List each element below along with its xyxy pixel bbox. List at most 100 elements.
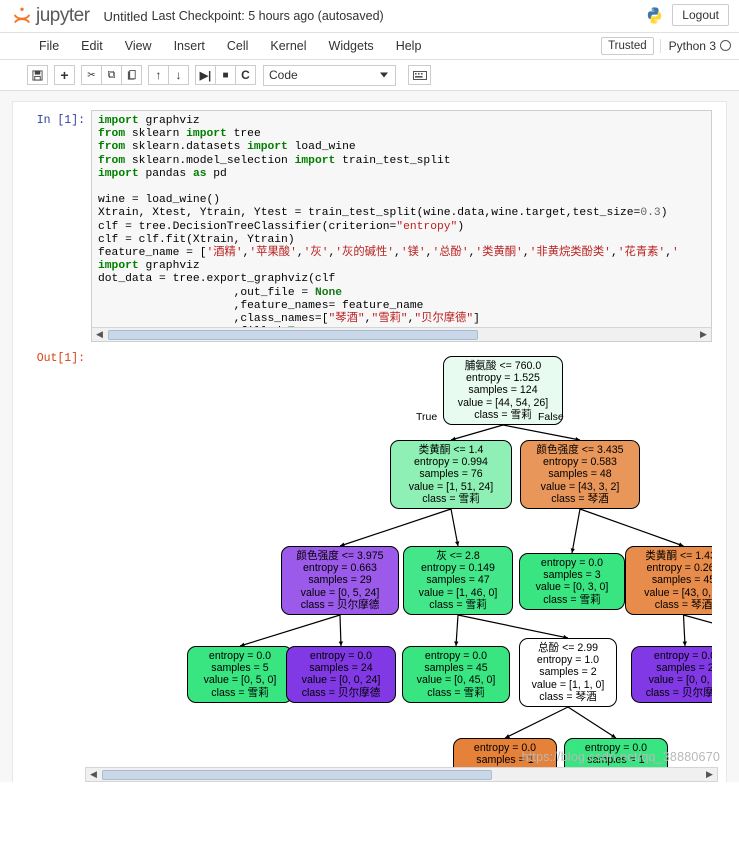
tree-node-n6: 类黄酮 <= 1.435entropy = 0.262samples = 45v… [625,546,712,616]
tree-edge [239,614,341,647]
kernel-indicator[interactable]: Python 3 [659,39,731,53]
tree-node-line: samples = 29 [308,574,372,587]
menu-item-view[interactable]: View [114,33,163,59]
menu-item-widgets[interactable]: Widgets [318,33,385,59]
jupyter-logo[interactable]: jupyter [12,5,90,27]
tree-node-line: 颜色强度 <= 3.975 [296,550,384,562]
tree-edge [457,614,569,639]
watermark-text: https://blog.csdn.net/qq_38880670 [521,750,720,764]
tree-node-line: value = [0, 0, 24] [301,674,381,687]
scroll-left-icon[interactable]: ◀ [92,328,107,341]
tree-node-line: 颜色强度 <= 3.435 [536,444,624,456]
cut-cell-button[interactable]: ✂ [81,65,102,85]
tree-node-line: 脯氨酸 <= 760.0 [464,360,542,372]
code-cell[interactable]: In [1]: import graphviz from sklearn impo… [13,102,726,342]
notebook-title[interactable]: Untitled [104,9,148,24]
tree-edge-label: False [538,411,564,423]
insert-cell-below-button[interactable]: + [54,65,75,85]
tree-node-line: entropy = 0.0 [540,557,604,569]
output-scroll-right-icon[interactable]: ▶ [702,768,717,781]
tree-node-n10: 总酚 <= 2.99 entropy = 1.0 samples = 2 value … [519,638,617,708]
tree-output-area: 脯氨酸 <= 760.0 entropy = 1.525 samples = 124… [91,348,712,782]
output-scroll-left-icon[interactable]: ◀ [86,768,101,781]
tree-node-line: 类黄酮 <= 1.4 [418,444,484,456]
tree-node-n7: entropy = 0.0 samples = 5 value = [0, 5, 0… [187,646,293,703]
scrollbar-thumb[interactable] [108,330,478,340]
tree-node-line: entropy = 0.0 [208,650,272,662]
decision-tree-diagram: 脯氨酸 <= 760.0 entropy = 1.525 samples = 124… [91,348,712,782]
tree-node-n2: 颜色强度 <= 3.435 entropy = 0.583 samples = 48… [520,440,640,510]
tree-node-n11: entropy = 0.0samples = 2value = [0, 0, 2… [631,646,712,703]
kernel-idle-icon [720,40,731,51]
keyboard-shortcuts-button[interactable] [408,65,431,85]
jupyter-header: jupyter Untitled Last Checkpoint: 5 hour… [0,0,739,33]
run-cell-button[interactable]: ▶| [195,65,216,85]
tree-node-n9: entropy = 0.0 samples = 45 value = [0, 45,… [402,646,510,703]
tree-node-line: value = [0, 3, 0] [535,581,609,594]
tree-edge [683,614,712,624]
menu-item-cell[interactable]: Cell [216,33,260,59]
tree-edge [339,508,452,547]
tree-node-line: samples = 2 [656,662,712,675]
code-horizontal-scrollbar[interactable]: ◀ ▶ [92,327,711,341]
code-editor[interactable]: import graphviz from sklearn import tree f… [92,111,711,327]
tree-node-line: value = [1, 51, 24] [408,480,494,493]
tree-node-line: class = 贝尔摩德 [300,598,380,611]
tree-edge [571,508,581,554]
restart-kernel-button[interactable]: C [235,65,256,85]
tree-edge [682,614,686,647]
save-button[interactable] [27,65,48,85]
move-cell-up-button[interactable]: ↑ [148,65,169,85]
tree-node-line: 灰 <= 2.8 [436,550,480,562]
tree-node-line: class = 雪莉 [543,593,601,606]
tree-edge [455,614,459,647]
interrupt-kernel-button[interactable]: ■ [215,65,236,85]
menubar: File Edit View Insert Cell Kernel Widget… [0,33,739,60]
tree-node-line: class = 贝尔摩德 [301,686,381,699]
tree-node-line: value = [43, 0, 2] [644,586,712,599]
tree-node-n8: entropy = 0.0 samples = 24 value = [0, 0, … [286,646,396,703]
tree-node-line: value = [0, 5, 24] [300,586,380,599]
output-horizontal-scrollbar[interactable]: ◀ ▶ [85,767,718,782]
toolbar: + ✂ ⧉ ↑ ↓ ▶| ■ C Code [0,60,739,91]
tree-node-line: class = 雪莉 [211,686,269,699]
tree-node-line: value = [0, 0, 2] [648,674,712,687]
scroll-right-icon[interactable]: ▶ [696,328,711,341]
menu-item-file[interactable]: File [28,33,70,59]
copy-cell-button[interactable]: ⧉ [101,65,122,85]
chevron-down-icon [380,72,388,78]
jupyter-logo-icon [12,6,32,26]
tree-node-line: entropy = 0.994 [414,456,488,469]
tree-node-line: samples = 47 [426,574,490,587]
tree-edge [502,424,581,441]
tree-node-line: class = 琴酒 [654,598,712,611]
menu-item-kernel[interactable]: Kernel [259,33,317,59]
tree-node-line: value = [0, 5, 0] [203,674,277,687]
cell-type-select[interactable]: Code [263,64,396,86]
tree-node-line: value = [1, 1, 0] [531,678,605,691]
tree-node-line: samples = 48 [548,468,612,481]
tree-node-n5: entropy = 0.0 samples = 3 value = [0, 3, 0… [519,553,625,610]
move-cell-down-button[interactable]: ↓ [168,65,189,85]
tree-node-line: class = 雪莉 [427,686,485,699]
python-logo-icon [645,6,664,25]
trusted-badge[interactable]: Trusted [601,37,654,55]
logout-button[interactable]: Logout [672,4,729,26]
tree-node-line: entropy = 0.262 [646,562,712,575]
tree-node-line: entropy = 0.583 [543,456,617,469]
tree-node-line: samples = 76 [419,468,483,481]
tree-node-line: samples = 5 [211,662,269,675]
output-scrollbar-thumb[interactable] [102,770,492,780]
menu-item-help[interactable]: Help [385,33,433,59]
code-input-area[interactable]: import graphviz from sklearn import tree f… [91,110,712,342]
menu-item-insert[interactable]: Insert [163,33,216,59]
tree-node-line: class = 琴酒 [539,690,597,703]
tree-edge [450,508,459,547]
tree-node-line: 类黄酮 <= 1.435 [645,550,712,562]
paste-cell-button[interactable] [121,65,142,85]
kernel-name-label: Python 3 [668,39,716,53]
tree-edge [579,508,684,547]
menu-item-edit[interactable]: Edit [70,33,114,59]
tree-edge [504,706,569,739]
tree-node-line: entropy = 0.149 [421,562,495,575]
